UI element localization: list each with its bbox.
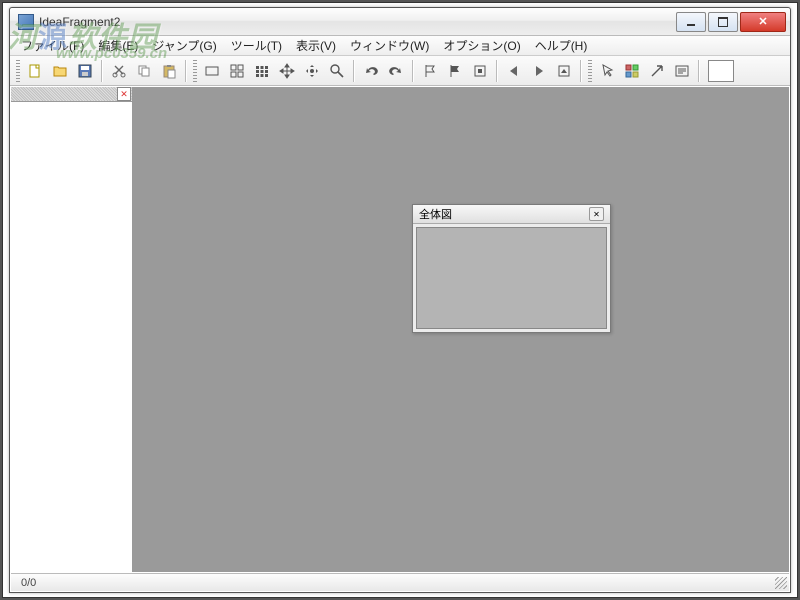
workspace: ✕ 全体図 ✕ <box>11 87 789 572</box>
menu-tool[interactable]: ツール(T) <box>224 35 289 56</box>
resize-grip-icon[interactable] <box>775 577 787 589</box>
flag-button[interactable] <box>418 59 442 83</box>
toolbar-grip[interactable] <box>588 60 592 82</box>
paste-button[interactable] <box>157 59 181 83</box>
menu-jump[interactable]: ジャンプ(G) <box>145 35 223 56</box>
link-button[interactable] <box>645 59 669 83</box>
toolbar <box>10 56 790 86</box>
undo-button[interactable] <box>359 59 383 83</box>
search-button[interactable] <box>325 59 349 83</box>
overview-canvas[interactable] <box>416 227 607 329</box>
color-swatch[interactable] <box>708 60 734 82</box>
maximize-button[interactable] <box>708 12 738 32</box>
copy-button[interactable] <box>132 59 156 83</box>
mdi-client-area[interactable]: 全体図 ✕ <box>133 87 789 572</box>
sidebar-body <box>11 102 132 572</box>
overview-window[interactable]: 全体図 ✕ <box>412 204 611 333</box>
toolbar-separator <box>101 60 103 82</box>
new-button[interactable] <box>23 59 47 83</box>
menu-option[interactable]: オプション(O) <box>436 35 527 56</box>
grid-button[interactable] <box>250 59 274 83</box>
move-children-button[interactable] <box>300 59 324 83</box>
overview-close-button[interactable]: ✕ <box>589 207 604 221</box>
panel-button[interactable] <box>620 59 644 83</box>
group-button[interactable] <box>225 59 249 83</box>
window-title: IdeaFragment2 <box>39 15 676 29</box>
redo-button[interactable] <box>384 59 408 83</box>
close-button[interactable] <box>740 12 786 32</box>
toolbar-separator <box>698 60 700 82</box>
sidebar-header[interactable]: ✕ <box>11 87 132 102</box>
titlebar[interactable]: IdeaFragment2 <box>10 8 790 36</box>
home-button[interactable] <box>552 59 576 83</box>
menu-window[interactable]: ウィンドウ(W) <box>343 35 436 56</box>
toolbar-grip[interactable] <box>193 60 197 82</box>
sidebar-close-button[interactable]: ✕ <box>117 87 131 101</box>
cut-button[interactable] <box>107 59 131 83</box>
move-button[interactable] <box>275 59 299 83</box>
next-button[interactable] <box>527 59 551 83</box>
menu-help[interactable]: ヘルプ(H) <box>528 35 595 56</box>
toolbar-separator <box>496 60 498 82</box>
menu-edit[interactable]: 編集(E) <box>91 35 145 56</box>
toolbar-separator <box>412 60 414 82</box>
overview-titlebar[interactable]: 全体図 ✕ <box>413 205 610 224</box>
statusbar: 0/0 <box>11 573 789 591</box>
status-count: 0/0 <box>17 577 40 589</box>
app-icon <box>18 14 34 30</box>
note-button[interactable] <box>670 59 694 83</box>
minimize-button[interactable] <box>676 12 706 32</box>
toolbar-separator <box>580 60 582 82</box>
pointer-button[interactable] <box>595 59 619 83</box>
toolbar-separator <box>353 60 355 82</box>
main-window: IdeaFragment2 ファイル(F) 編集(E) ジャンプ(G) ツール(… <box>9 7 791 593</box>
flag-fill-button[interactable] <box>443 59 467 83</box>
toolbar-grip[interactable] <box>16 60 20 82</box>
menu-view[interactable]: 表示(V) <box>289 35 343 56</box>
rect-button[interactable] <box>200 59 224 83</box>
save-button[interactable] <box>73 59 97 83</box>
stop-button[interactable] <box>468 59 492 83</box>
sidebar-panel: ✕ <box>11 87 133 572</box>
window-controls <box>676 12 786 32</box>
toolbar-separator <box>185 60 187 82</box>
prev-button[interactable] <box>502 59 526 83</box>
overview-title-text: 全体図 <box>419 206 589 222</box>
menubar: ファイル(F) 編集(E) ジャンプ(G) ツール(T) 表示(V) ウィンドウ… <box>10 36 790 56</box>
open-button[interactable] <box>48 59 72 83</box>
menu-file[interactable]: ファイル(F) <box>14 35 91 56</box>
